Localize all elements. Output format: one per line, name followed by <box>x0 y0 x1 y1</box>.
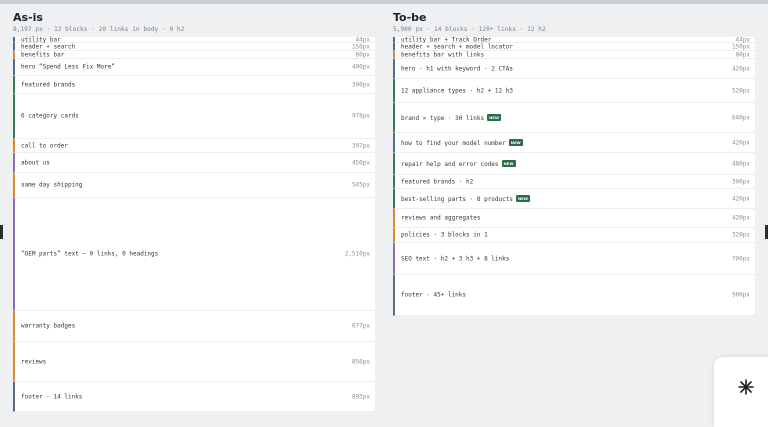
block-height: 900px <box>731 291 750 299</box>
block-label-text: brand × type · 30 links <box>401 114 485 122</box>
block-label: warranty badges <box>21 322 76 330</box>
block-height: 2,510px <box>344 250 370 258</box>
block-label: footer · 45+ links <box>401 291 467 299</box>
block-height: 420px <box>731 214 750 222</box>
block-label: featured brands <box>21 81 76 88</box>
block-height: 150px <box>731 43 750 50</box>
block-featured-brands-h2: featured brands · h2 300px <box>393 175 755 189</box>
block-height: 677px <box>351 322 370 330</box>
block-height: 978px <box>351 112 370 120</box>
as-is-column: As-is 8,197 px · 12 blocks · 20 links in… <box>13 10 375 412</box>
block-label: how to find your model number NEW <box>401 138 523 147</box>
block-brand-type: brand × type · 30 links NEW 640px <box>393 103 755 133</box>
block-benefits-bar-links: benefits bar with links 80px <box>393 51 755 59</box>
sparkle-icon <box>738 379 754 395</box>
block-height: 420px <box>731 65 750 72</box>
block-height: 400px <box>351 63 370 71</box>
block-footer-links: footer · 45+ links 900px <box>393 275 755 316</box>
block-same-day-shipping: same day shipping 545px <box>13 173 375 198</box>
block-header-search-model-locator: header + search + model locator 150px <box>393 43 755 51</box>
block-label: “OEM parts” text — 0 links, 0 headings <box>21 250 159 258</box>
block-height: 545px <box>351 181 370 189</box>
block-label: hero · h1 with keyword · 2 CTAs <box>401 65 513 72</box>
left-edge-marker <box>0 225 3 239</box>
block-height: 300px <box>351 81 370 88</box>
block-height: 300px <box>731 178 750 185</box>
block-height: 893px <box>351 393 370 400</box>
block-call-to-order: call to order 307px <box>13 139 375 153</box>
block-benefits-bar: benefits bar 80px <box>13 51 375 59</box>
block-label: benefits bar <box>21 51 65 58</box>
block-label: utility bar <box>21 36 61 43</box>
block-footer: footer · 14 links 893px <box>13 382 375 412</box>
block-reviews-aggregates: reviews and aggregates 420px <box>393 209 755 228</box>
block-height: 307px <box>351 142 370 149</box>
block-repair-help: repair help and error codes NEW 480px <box>393 153 755 175</box>
block-label: call to order <box>21 142 68 149</box>
block-height: 420px <box>731 139 750 146</box>
block-label-text: how to find your model number <box>401 139 506 147</box>
block-reviews: reviews 856px <box>13 342 375 382</box>
block-appliance-types: 12 appliance types · h2 + 12 h3 520px <box>393 79 755 103</box>
block-height: 450px <box>351 159 370 166</box>
block-policies: policies · 3 blocks in 1 320px <box>393 228 755 243</box>
block-oem-parts-text: “OEM parts” text — 0 links, 0 headings 2… <box>13 198 375 311</box>
block-label: featured brands · h2 <box>401 178 474 185</box>
block-label: repair help and error codes NEW <box>401 159 516 168</box>
block-height: 520px <box>731 87 750 94</box>
block-height: 150px <box>351 43 370 50</box>
block-label: 6 category cards <box>21 112 79 120</box>
to-be-block-list: utility bar + Track Order 44px header + … <box>393 36 755 316</box>
block-height: 80px <box>735 51 750 58</box>
block-label-text: repair help and error codes <box>401 160 499 168</box>
new-badge: NEW <box>508 138 523 146</box>
block-label: same day shipping <box>21 181 83 189</box>
block-label: header + search + model locator <box>401 43 513 50</box>
top-bar <box>0 0 768 4</box>
block-label-text: best-selling parts · 8 products <box>401 195 513 203</box>
block-label: brand × type · 30 links NEW <box>401 113 502 122</box>
block-label: 12 appliance types · h2 + 12 h3 <box>401 87 513 94</box>
block-height: 480px <box>731 160 750 167</box>
block-height: 80px <box>355 51 370 58</box>
block-label: header + search <box>21 43 76 50</box>
block-category-cards: 6 category cards 978px <box>13 94 375 139</box>
block-height: 320px <box>731 231 750 239</box>
block-hero: hero “Spend Less Fix More” 400px <box>13 59 375 76</box>
block-label: hero “Spend Less Fix More” <box>21 63 115 71</box>
block-height: 420px <box>731 195 750 202</box>
block-featured-brands: featured brands 300px <box>13 76 375 94</box>
block-about-us: about us 450px <box>13 153 375 173</box>
as-is-block-list: utility bar 44px header + search 150px b… <box>13 36 375 412</box>
block-height: 856px <box>351 358 370 365</box>
block-label: about us <box>21 159 50 166</box>
new-badge: NEW <box>501 159 516 167</box>
block-hero-h1: hero · h1 with keyword · 2 CTAs 420px <box>393 59 755 79</box>
as-is-title: As-is <box>13 11 43 24</box>
block-label: best-selling parts · 8 products NEW <box>401 194 530 203</box>
new-badge: NEW <box>515 194 530 202</box>
block-find-model-number: how to find your model number NEW 420px <box>393 133 755 153</box>
block-warranty-badges: warranty badges 677px <box>13 311 375 342</box>
block-label: footer · 14 links <box>21 393 83 400</box>
block-header-search: header + search 150px <box>13 43 375 51</box>
to-be-column: To-be 5,900 px · 14 blocks · 120+ links … <box>393 10 755 316</box>
block-best-selling-parts: best-selling parts · 8 products NEW 420px <box>393 189 755 209</box>
block-label: utility bar + Track Order <box>401 36 492 43</box>
block-label: SEO text · h2 + 3 h3 + 8 links <box>401 255 510 262</box>
block-label: benefits bar with links <box>401 51 485 58</box>
block-label: policies · 3 blocks in 1 <box>401 231 488 239</box>
to-be-title: To-be <box>393 11 427 24</box>
floating-assistant-card[interactable] <box>714 357 768 427</box>
block-height: 640px <box>731 114 750 121</box>
block-height: 44px <box>355 36 370 43</box>
block-label: reviews <box>21 358 47 365</box>
block-height: 44px <box>735 36 750 43</box>
to-be-summary: 5,900 px · 14 blocks · 120+ links · 12 h… <box>393 26 546 33</box>
block-seo-text: SEO text · h2 + 3 h3 + 8 links 700px <box>393 243 755 275</box>
as-is-summary: 8,197 px · 12 blocks · 20 links in body … <box>13 26 185 33</box>
new-badge: NEW <box>487 113 502 121</box>
block-height: 700px <box>731 255 750 262</box>
block-label: reviews and aggregates <box>401 214 481 222</box>
